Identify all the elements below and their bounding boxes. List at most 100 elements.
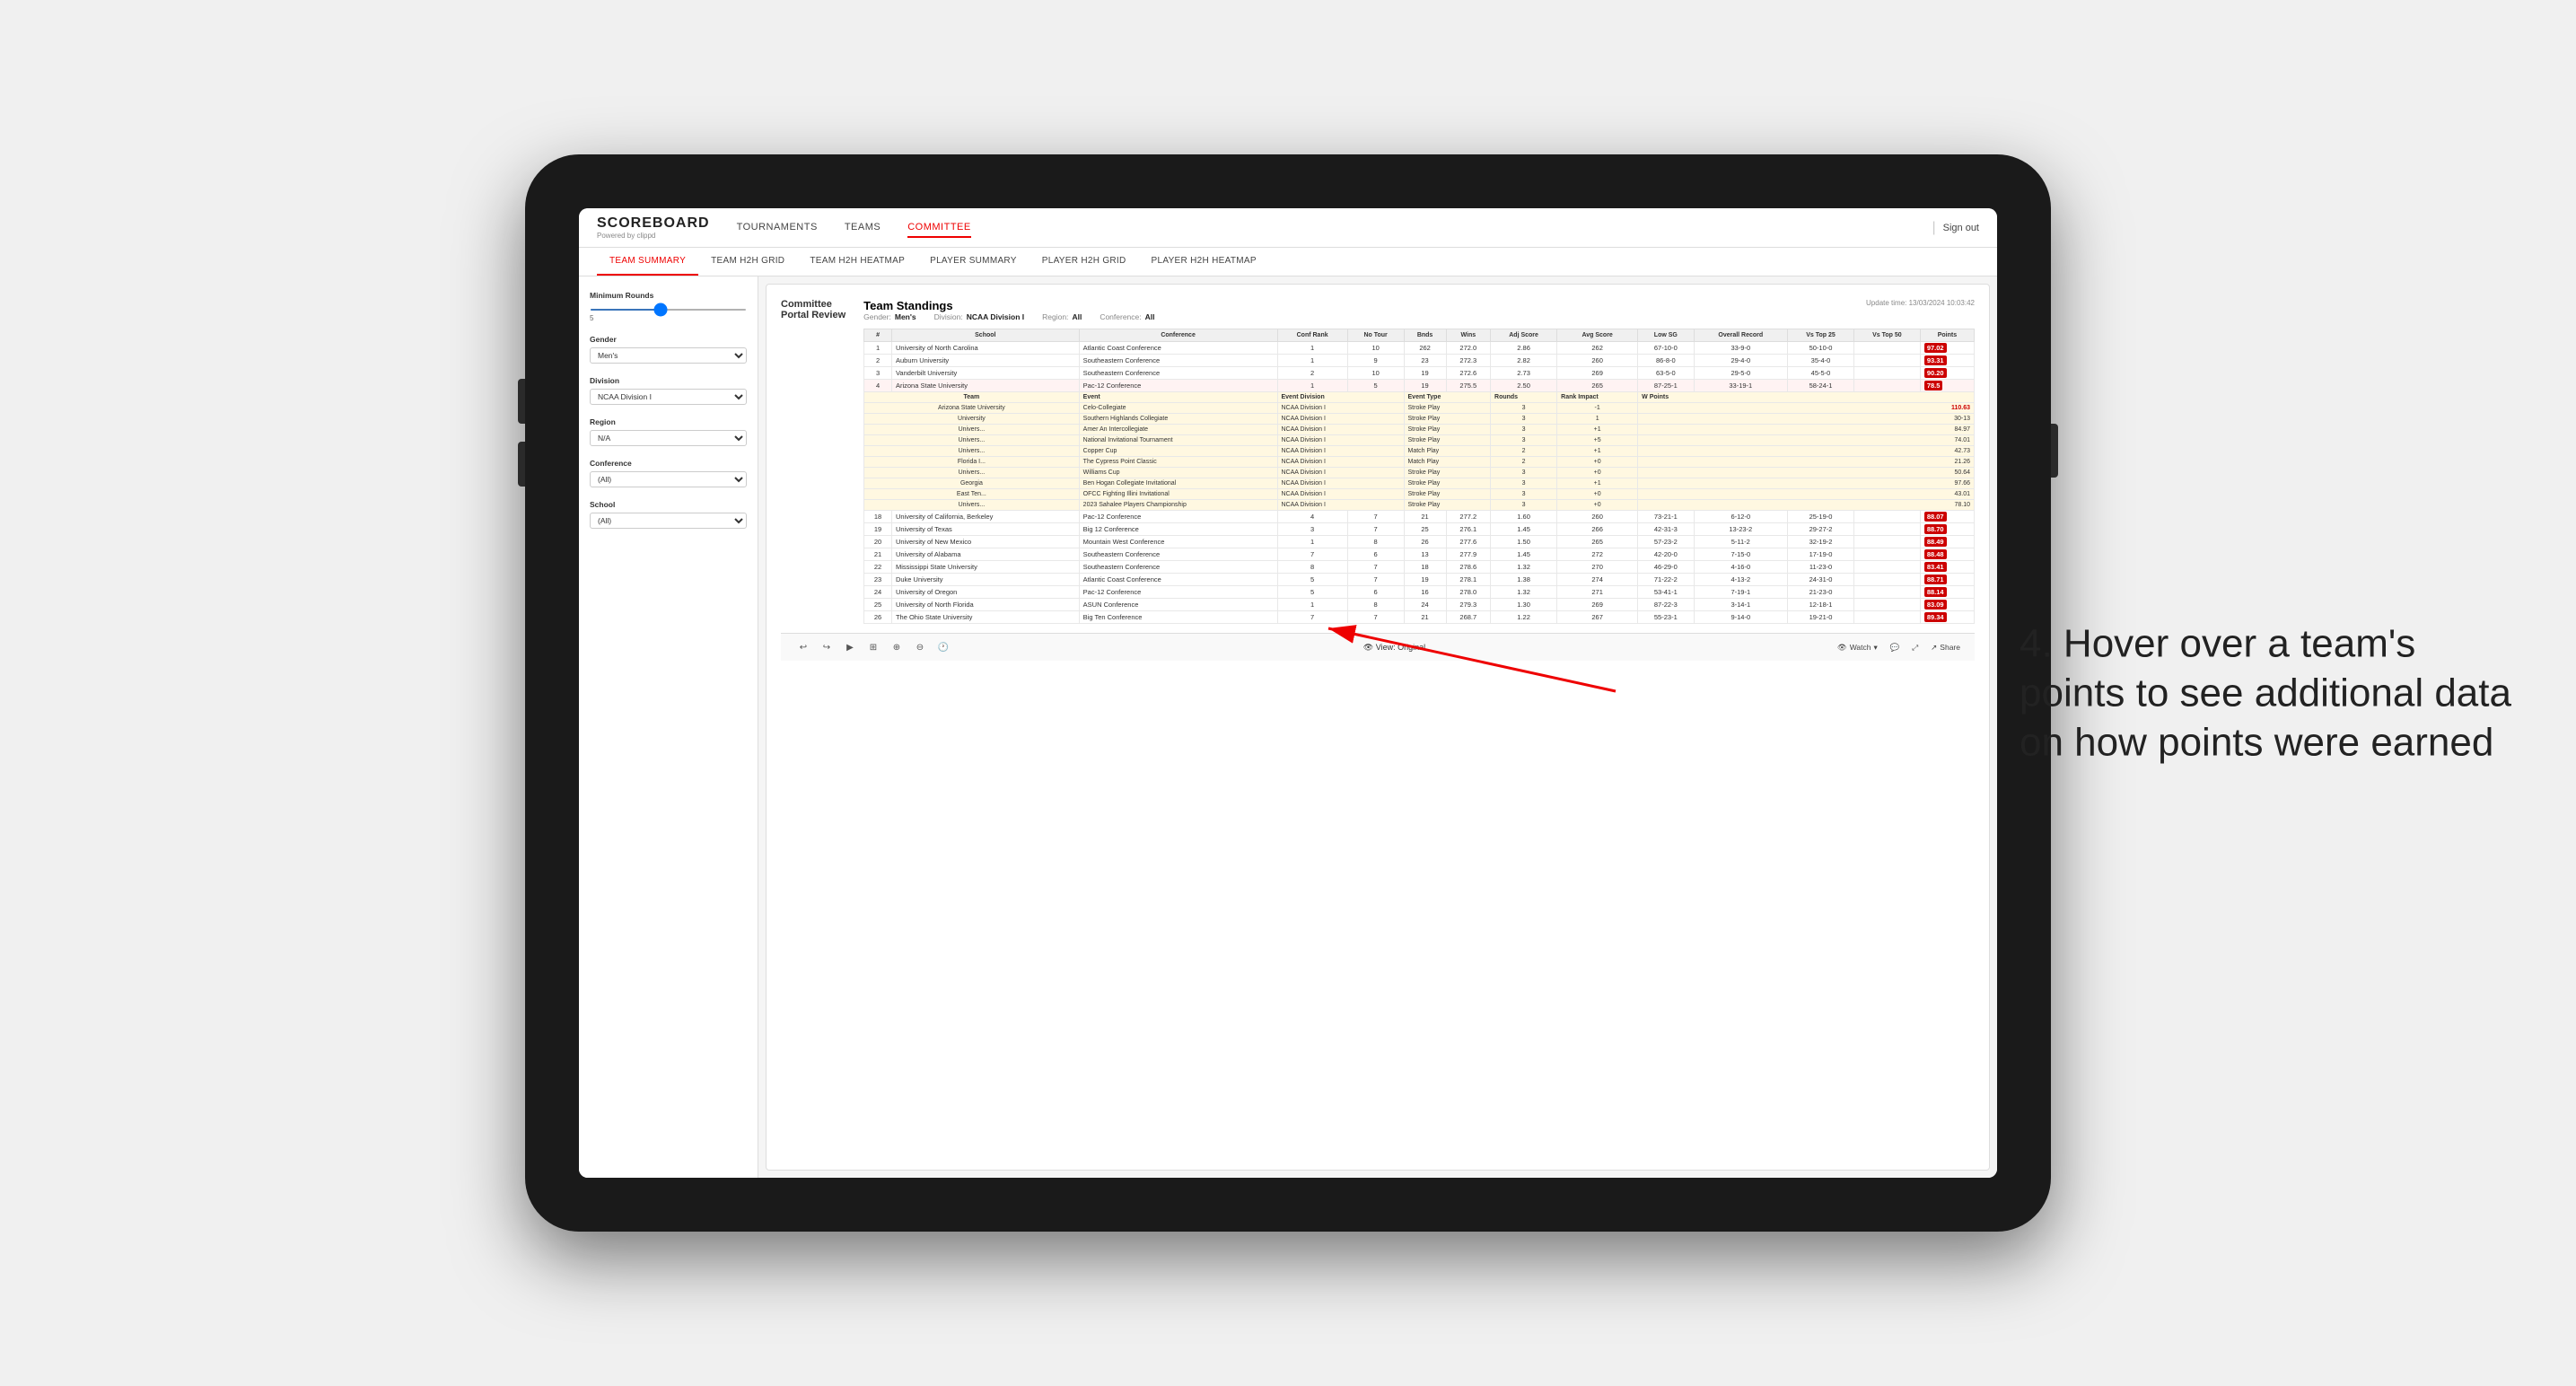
tablet-frame: SCOREBOARD Powered by clippd TOURNAMENTS… xyxy=(525,154,2051,1232)
share-button[interactable]: ↗ Share xyxy=(1931,643,1960,653)
nav-divider: | xyxy=(1932,220,1935,236)
top25-2: 35-4-0 xyxy=(1788,355,1854,367)
subnav-player-h2h-heatmap[interactable]: PLAYER H2H HEATMAP xyxy=(1139,248,1269,276)
rank-1: 1 xyxy=(864,342,892,355)
school-4: Arizona State University xyxy=(891,380,1079,392)
copy-button[interactable]: ⊞ xyxy=(865,639,881,655)
tooltip-rank-impact-1: -1 xyxy=(1557,403,1638,414)
table-row[interactable]: 25University of North FloridaASUN Confer… xyxy=(864,599,1975,611)
tooltip-team-9: East Ten... xyxy=(864,489,1080,500)
undo-button[interactable]: ↩ xyxy=(795,639,811,655)
filter-gender-value: Men's xyxy=(895,312,916,321)
sign-out-button[interactable]: Sign out xyxy=(1943,223,1979,233)
sidebar-section-region: Region N/A xyxy=(590,417,747,446)
school-select[interactable]: (All) xyxy=(590,513,747,529)
power-button xyxy=(2051,424,2058,478)
table-row[interactable]: 20University of New MexicoMountain West … xyxy=(864,536,1975,548)
subnav-player-summary[interactable]: PLAYER SUMMARY xyxy=(917,248,1030,276)
tooltip-type-5: Match Play xyxy=(1404,446,1491,457)
points-4[interactable]: 78.5 xyxy=(1920,380,1974,392)
logo-area: SCOREBOARD Powered by clippd xyxy=(597,215,710,240)
nav-teams[interactable]: TEAMS xyxy=(845,218,881,238)
nav-tournaments[interactable]: TOURNAMENTS xyxy=(737,218,818,238)
view-label: View: Original xyxy=(1376,643,1425,652)
table-row[interactable]: 3 Vanderbilt University Southeastern Con… xyxy=(864,367,1975,380)
subnav-team-summary[interactable]: TEAM SUMMARY xyxy=(597,248,698,276)
tooltip-col-event: Event xyxy=(1079,392,1277,403)
subnav-team-h2h-heatmap[interactable]: TEAM H2H HEATMAP xyxy=(797,248,917,276)
table-row[interactable]: 1 University of North Carolina Atlantic … xyxy=(864,342,1975,355)
comment-button[interactable]: 💬 xyxy=(1890,643,1900,653)
conference-select[interactable]: (All) xyxy=(590,471,747,487)
toolbar-left: ↩ ↪ ▶ ⊞ ⊕ ⊖ 🕐 xyxy=(795,639,951,655)
main-content: Minimum Rounds 5 Gender Men's Women's Di… xyxy=(579,276,1997,1178)
table-row[interactable]: 24University of OregonPac-12 Conference … xyxy=(864,586,1975,599)
view-original[interactable]: 👁 View: Original xyxy=(1363,643,1425,653)
tooltip-data-row-8: Georgia Ben Hogan Collegiate Invitationa… xyxy=(864,478,1975,489)
overall-3: 29-5-0 xyxy=(1694,367,1788,380)
clock-button[interactable]: 🕐 xyxy=(935,639,951,655)
avg-4: 265 xyxy=(1557,380,1638,392)
tooltip-data-row-9: East Ten... OFCC Fighting Illini Invitat… xyxy=(864,489,1975,500)
tooltip-div-9: NCAA Division I xyxy=(1277,489,1404,500)
table-row[interactable]: 18University of California, BerkeleyPac-… xyxy=(864,511,1975,523)
tooltip-data-row-4: Univers... National Invitational Tournam… xyxy=(864,435,1975,446)
no-tour-4: 5 xyxy=(1347,380,1404,392)
redo-button[interactable]: ↪ xyxy=(819,639,835,655)
points-1[interactable]: 97.02 xyxy=(1920,342,1974,355)
expand-button[interactable]: ⤢ xyxy=(1912,643,1918,653)
table-row[interactable]: 23Duke UniversityAtlantic Coast Conferen… xyxy=(864,574,1975,586)
sidebar-label-school: School xyxy=(590,500,747,509)
plus-button[interactable]: ⊕ xyxy=(889,639,905,655)
points-2[interactable]: 93.31 xyxy=(1920,355,1974,367)
conf-rank-2: 1 xyxy=(1277,355,1347,367)
sidebar-section-gender: Gender Men's Women's xyxy=(590,335,747,364)
minus-button[interactable]: ⊖ xyxy=(912,639,928,655)
tooltip-wpoints-9: 43.01 xyxy=(1638,489,1975,500)
tooltip-event-1: Celo-Collegiate xyxy=(1079,403,1277,414)
min-rounds-slider[interactable] xyxy=(590,309,747,311)
conf-4: Pac-12 Conference xyxy=(1079,380,1277,392)
tooltip-team-1: Arizona State University xyxy=(864,403,1080,414)
tooltip-div-6: NCAA Division I xyxy=(1277,457,1404,468)
tooltip-rounds-5: 2 xyxy=(1491,446,1557,457)
table-row[interactable]: 22Mississippi State UniversitySoutheaste… xyxy=(864,561,1975,574)
tooltip-event-5: Copper Cup xyxy=(1079,446,1277,457)
table-row[interactable]: 21University of AlabamaSoutheastern Conf… xyxy=(864,548,1975,561)
adj-3: 2.73 xyxy=(1491,367,1557,380)
subnav-player-h2h-grid[interactable]: PLAYER H2H GRID xyxy=(1030,248,1139,276)
tooltip-wpoints-3: 84.97 xyxy=(1638,425,1975,435)
watch-button[interactable]: 👁 Watch ▾ xyxy=(1837,643,1878,653)
overall-1: 33-9-0 xyxy=(1694,342,1788,355)
table-row[interactable]: 19University of TexasBig 12 Conference 3… xyxy=(864,523,1975,536)
top-nav: SCOREBOARD Powered by clippd TOURNAMENTS… xyxy=(579,208,1997,248)
sidebar-label-division: Division xyxy=(590,376,747,385)
table-row[interactable]: 26The Ohio State UniversityBig Ten Confe… xyxy=(864,611,1975,624)
tooltip-rank-impact-9: +0 xyxy=(1557,489,1638,500)
avg-3: 269 xyxy=(1557,367,1638,380)
table-row-highlighted[interactable]: 4 Arizona State University Pac-12 Confer… xyxy=(864,380,1975,392)
col-overall: Overall Record xyxy=(1694,329,1788,342)
top50-4 xyxy=(1853,380,1920,392)
tooltip-team-5: Univers... xyxy=(864,446,1080,457)
division-select[interactable]: NCAA Division I NCAA Division II NCAA Di… xyxy=(590,389,747,405)
tooltip-team-10: Univers... xyxy=(864,500,1080,511)
tooltip-wpoints-6: 21.26 xyxy=(1638,457,1975,468)
region-select[interactable]: N/A xyxy=(590,430,747,446)
gender-select[interactable]: Men's Women's xyxy=(590,347,747,364)
points-3[interactable]: 90.20 xyxy=(1920,367,1974,380)
tooltip-wpoints-8: 97.66 xyxy=(1638,478,1975,489)
top50-2 xyxy=(1853,355,1920,367)
subnav-team-h2h-grid[interactable]: TEAM H2H GRID xyxy=(698,248,797,276)
tooltip-rank-impact-2: 1 xyxy=(1557,414,1638,425)
tooltip-div-1: NCAA Division I xyxy=(1277,403,1404,414)
bnds-4: 19 xyxy=(1404,380,1446,392)
tooltip-wpoints-4: 74.01 xyxy=(1638,435,1975,446)
nav-committee[interactable]: COMMITTEE xyxy=(907,218,971,238)
table-row[interactable]: 2 Auburn University Southeastern Confere… xyxy=(864,355,1975,367)
forward-button[interactable]: ▶ xyxy=(842,639,858,655)
tooltip-col-team: Team xyxy=(864,392,1080,403)
standings-title: Team Standings xyxy=(863,299,952,312)
filter-conference-label: Conference: xyxy=(1100,312,1141,321)
tooltip-type-6: Match Play xyxy=(1404,457,1491,468)
